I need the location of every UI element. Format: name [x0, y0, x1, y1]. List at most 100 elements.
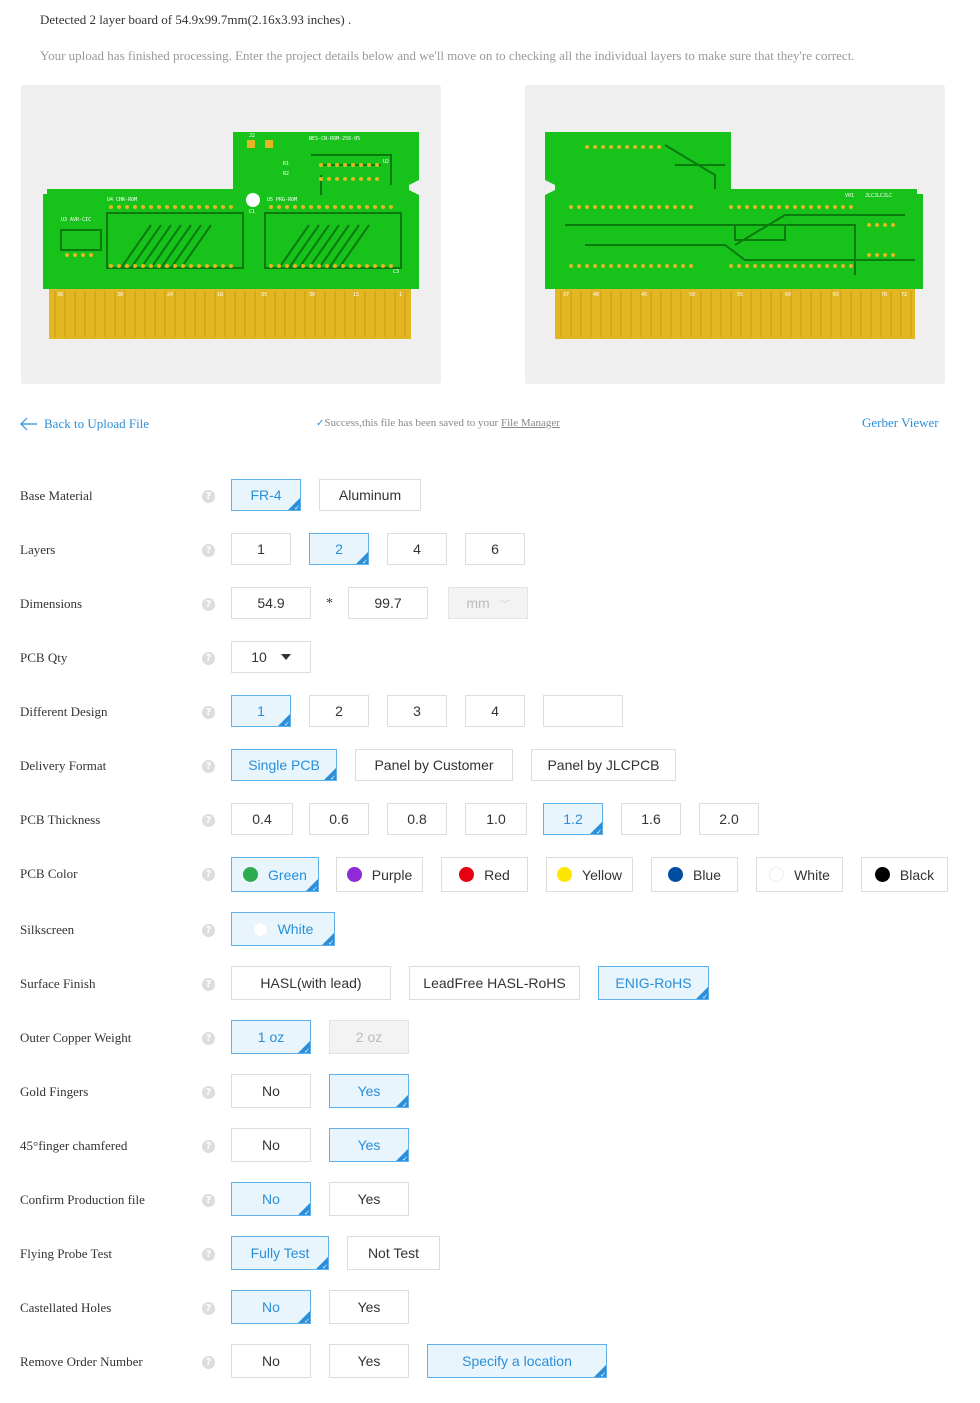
- pcb-bottom-pin: 60: [785, 292, 791, 298]
- option-thickness-2.0[interactable]: 2.0: [699, 803, 759, 835]
- pcb-top-label: C1: [249, 209, 255, 215]
- label-surface-finish: Surface Finish: [20, 976, 96, 991]
- option-fully-test[interactable]: Fully Test: [231, 1236, 329, 1271]
- option-panel-by-customer[interactable]: Panel by Customer: [355, 749, 513, 781]
- help-icon[interactable]: ?: [202, 598, 215, 611]
- label-base-material: Base Material: [20, 488, 93, 503]
- help-icon[interactable]: ?: [202, 1356, 215, 1369]
- help-icon[interactable]: ?: [202, 1248, 215, 1261]
- help-icon[interactable]: ?: [202, 652, 215, 665]
- white-swatch-icon: [252, 921, 268, 937]
- help-icon[interactable]: ?: [202, 1032, 215, 1045]
- option-color-black[interactable]: Black: [861, 857, 948, 892]
- option-copper-1oz[interactable]: 1 oz: [231, 1020, 311, 1055]
- option-not-test[interactable]: Not Test: [347, 1236, 440, 1270]
- help-icon[interactable]: ?: [202, 1140, 215, 1153]
- dimension-height-input[interactable]: [349, 594, 427, 612]
- option-thickness-0.8[interactable]: 0.8: [387, 803, 447, 835]
- help-icon[interactable]: ?: [202, 1302, 215, 1315]
- label-silkscreen: Silkscreen: [20, 922, 75, 937]
- pcb-top-pin: 30: [117, 292, 123, 298]
- color-label: Purple: [371, 866, 413, 883]
- help-icon[interactable]: ?: [202, 868, 215, 881]
- dimension-width-field[interactable]: [231, 587, 311, 619]
- option-chamfered-yes[interactable]: Yes: [329, 1128, 409, 1163]
- dimension-times: *: [326, 596, 333, 611]
- option-castellated-no[interactable]: No: [231, 1290, 311, 1325]
- help-icon[interactable]: ?: [202, 1086, 215, 1099]
- option-enig-rohs[interactable]: ENIG-RoHS: [598, 966, 709, 1001]
- option-color-blue[interactable]: Blue: [651, 857, 738, 892]
- pcb-top-label: U2: [383, 159, 389, 165]
- option-thickness-0.4[interactable]: 0.4: [231, 803, 293, 835]
- pcb-top-label: J2: [249, 133, 255, 139]
- pcb-bottom-label: JLCJLCJLC: [865, 193, 892, 199]
- pcb-bottom-label: V01: [845, 193, 854, 199]
- label-outer-copper-weight: Outer Copper Weight: [20, 1030, 132, 1045]
- option-color-purple[interactable]: Purple: [336, 857, 423, 892]
- option-base-material-fr4[interactable]: FR-4: [231, 479, 301, 512]
- option-gold-fingers-yes[interactable]: Yes: [329, 1074, 409, 1109]
- option-gold-fingers-no[interactable]: No: [231, 1074, 311, 1108]
- label-flying-probe: Flying Probe Test: [20, 1246, 113, 1261]
- help-icon[interactable]: ?: [202, 814, 215, 827]
- help-icon[interactable]: ?: [202, 1194, 215, 1207]
- option-design-2[interactable]: 2: [309, 695, 369, 727]
- option-remove-order-no[interactable]: No: [231, 1344, 311, 1378]
- option-remove-order-yes[interactable]: Yes: [329, 1344, 409, 1378]
- pcb-qty-select[interactable]: 10: [231, 641, 311, 673]
- option-design-1[interactable]: 1: [231, 695, 291, 728]
- option-chamfered-no[interactable]: No: [231, 1128, 311, 1162]
- option-copper-2oz: 2 oz: [329, 1020, 409, 1054]
- option-thickness-1.0[interactable]: 1.0: [465, 803, 527, 835]
- help-icon[interactable]: ?: [202, 544, 215, 557]
- option-color-red[interactable]: Red: [441, 857, 528, 892]
- design-custom-input[interactable]: [543, 695, 623, 727]
- option-thickness-0.6[interactable]: 0.6: [309, 803, 369, 835]
- option-base-material-aluminum[interactable]: Aluminum: [319, 479, 421, 511]
- pcb-top-pin: 15: [353, 292, 359, 298]
- dimension-width-input[interactable]: [232, 594, 310, 612]
- option-layers-6[interactable]: 6: [465, 533, 525, 565]
- option-layers-2[interactable]: 2: [309, 533, 369, 566]
- option-design-3[interactable]: 3: [387, 695, 447, 727]
- file-manager-link[interactable]: File Manager: [501, 417, 560, 429]
- option-layers-1[interactable]: 1: [231, 533, 291, 565]
- option-thickness-1.6[interactable]: 1.6: [621, 803, 681, 835]
- option-color-green[interactable]: Green: [231, 857, 319, 893]
- option-confirm-no[interactable]: No: [231, 1182, 311, 1217]
- option-confirm-yes[interactable]: Yes: [329, 1182, 409, 1216]
- option-silkscreen-white[interactable]: White: [231, 912, 335, 947]
- dimension-height-field[interactable]: [348, 587, 428, 619]
- pcb-top-label: U4 CHR-ROM: [107, 197, 137, 203]
- pcb-bottom-pin: 50: [689, 292, 695, 298]
- option-specify-location[interactable]: Specify a location: [427, 1344, 607, 1379]
- pcb-top-label: U3 AVR-CIC: [61, 217, 91, 223]
- success-text: Success,this file has been saved to your: [324, 417, 501, 429]
- pcb-bottom-pin: 40: [593, 292, 599, 298]
- help-icon[interactable]: ?: [202, 978, 215, 991]
- option-leadfree-hasl[interactable]: LeadFree HASL-RoHS: [409, 966, 580, 1000]
- option-panel-by-jlcpcb[interactable]: Panel by JLCPCB: [531, 749, 676, 781]
- option-thickness-1.2[interactable]: 1.2: [543, 803, 603, 836]
- option-color-yellow[interactable]: Yellow: [546, 857, 633, 892]
- option-color-white[interactable]: White: [756, 857, 843, 892]
- back-to-upload-link[interactable]: Back to Upload File: [20, 416, 149, 432]
- option-castellated-yes[interactable]: Yes: [329, 1290, 409, 1324]
- unit-select[interactable]: mm ﹀: [448, 587, 528, 619]
- help-icon[interactable]: ?: [202, 924, 215, 937]
- option-layers-4[interactable]: 4: [387, 533, 447, 565]
- pcb-top-pin: 1: [399, 292, 402, 298]
- label-delivery-format: Delivery Format: [20, 758, 107, 773]
- pcb-top-pin: 30: [309, 292, 315, 298]
- help-icon[interactable]: ?: [202, 706, 215, 719]
- gerber-viewer-link[interactable]: Gerber Viewer: [862, 415, 939, 431]
- option-hasl-with-lead[interactable]: HASL(with lead): [231, 966, 391, 1000]
- color-label: Blue: [692, 866, 722, 883]
- help-icon[interactable]: ?: [202, 760, 215, 773]
- pcb-top-pin: 18: [217, 292, 223, 298]
- option-single-pcb[interactable]: Single PCB: [231, 749, 337, 782]
- option-design-4[interactable]: 4: [465, 695, 525, 727]
- pcb-top-image: U4 CHR-ROM U5 PRG-ROM U3 AVR-CIC NES-CN-…: [43, 132, 419, 339]
- help-icon[interactable]: ?: [202, 490, 215, 503]
